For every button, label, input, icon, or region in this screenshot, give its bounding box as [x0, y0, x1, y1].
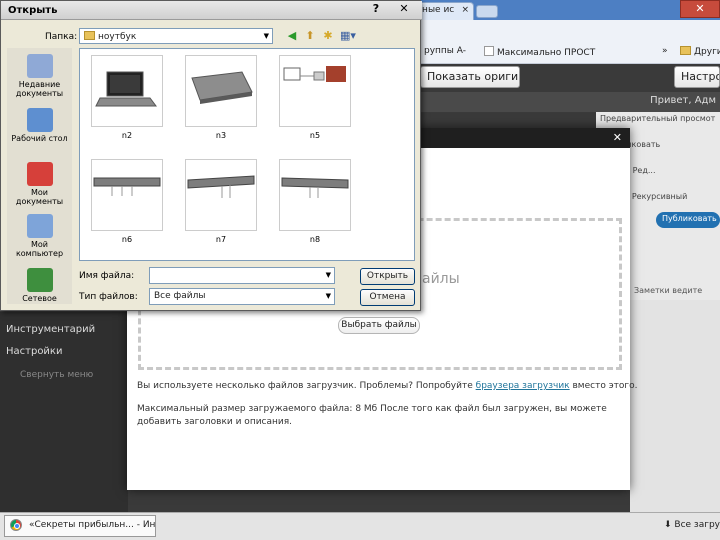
filename-input[interactable]: ▼	[149, 267, 335, 284]
up-folder-icon[interactable]: ⬆	[303, 29, 317, 43]
place-my-computer[interactable]: Мой компьютер	[7, 214, 72, 258]
bookmark-item[interactable]: руппы A-	[424, 46, 466, 56]
new-tab-button[interactable]	[476, 5, 498, 18]
menu-item-tools[interactable]: Инструментарий	[6, 324, 95, 335]
file-thumbnail	[279, 159, 351, 231]
view-menu-icon[interactable]: ▦▾	[339, 29, 357, 43]
file-item[interactable]: n7	[185, 159, 257, 249]
chrome-icon	[10, 519, 22, 531]
laptop-accessories-icon	[283, 66, 346, 82]
file-item[interactable]: n2	[91, 55, 163, 145]
file-thumbnail	[185, 159, 257, 231]
downloads-link[interactable]: ⬇ Все загрузки	[664, 520, 720, 530]
file-thumbnail	[91, 159, 163, 231]
open-file-dialog: Открыть ? ✕ Папка: ноутбук ▼ ◀ ⬆ ✱ ▦▾ Не…	[0, 0, 422, 311]
bookmark-label: Други	[694, 47, 720, 57]
file-item[interactable]: n8	[279, 159, 351, 249]
bookmark-label: Максимально ПРОСТ	[497, 48, 596, 58]
file-item[interactable]: n6	[91, 159, 163, 249]
file-item[interactable]: n5	[279, 55, 351, 145]
folder-combo[interactable]: ноутбук ▼	[79, 28, 273, 44]
close-icon[interactable]: ✕	[613, 131, 622, 144]
folder-icon	[84, 31, 95, 40]
filename-label: Имя файла:	[79, 271, 135, 281]
chevron-down-icon: ▼	[325, 292, 331, 300]
folder-icon	[680, 46, 691, 55]
file-thumbnail	[185, 55, 257, 127]
bookmark-folder[interactable]: Други	[680, 46, 720, 57]
menu-item-collapse[interactable]: Свернуть меню	[20, 370, 93, 380]
chevron-down-icon: ▼	[263, 32, 269, 40]
open-button[interactable]: Открыть	[360, 268, 415, 285]
file-list: n2 n3 n5 n6 n7 n8	[79, 48, 415, 261]
taskbar-item[interactable]: «Секреты прибыльн... - Ин	[4, 515, 156, 537]
admin-left-menu: Инструментарий Настройки Свернуть меню	[0, 312, 128, 512]
laptop-side-icon	[281, 177, 349, 198]
filetype-label: Тип файлов:	[79, 292, 138, 302]
screen: обные ис × ✕ руппы A- Максимально ПРОСТ …	[0, 0, 720, 540]
publish-button[interactable]: Публиковать	[656, 212, 720, 228]
help-icon[interactable]: ?	[365, 1, 387, 19]
laptop-side-icon	[187, 175, 255, 198]
file-thumbnail	[279, 55, 351, 127]
tab-close-icon[interactable]: ×	[461, 5, 469, 15]
download-icon: ⬇	[664, 520, 675, 530]
file-name: n5	[309, 131, 321, 140]
window-close-button[interactable]: ✕	[680, 0, 720, 18]
places-bar: Недавние документы Рабочий стол Мои доку…	[7, 48, 72, 304]
max-size-info: Максимальный размер загружаемого файла: …	[137, 404, 607, 427]
close-icon[interactable]: ✕	[393, 1, 415, 19]
dialog-titlebar: Открыть ? ✕	[1, 1, 422, 20]
select-files-button[interactable]: Выбрать файлы	[338, 317, 420, 334]
place-desktop[interactable]: Рабочий стол	[7, 108, 72, 143]
my-computer-icon	[26, 214, 53, 238]
file-name: n6	[121, 235, 133, 244]
dialog-title: Открыть	[8, 5, 58, 16]
bookmark-label: руппы A-	[424, 46, 466, 56]
menu-item-settings[interactable]: Настройки	[6, 346, 62, 357]
back-icon[interactable]: ◀	[285, 29, 299, 43]
file-name: n8	[309, 235, 321, 244]
desktop-icon	[26, 108, 53, 132]
new-folder-icon[interactable]: ✱	[321, 29, 335, 43]
laptop-side-icon	[93, 177, 161, 196]
place-recent[interactable]: Недавние документы	[7, 54, 72, 98]
file-name: n2	[121, 131, 133, 140]
browser-uploader-link[interactable]: браузера загрузчик	[476, 381, 570, 391]
laptop-open-icon	[95, 71, 157, 107]
drop-zone-text: айлы	[422, 271, 460, 287]
folder-value: ноутбук	[98, 32, 137, 42]
folder-label: Папка:	[45, 32, 78, 42]
cancel-button[interactable]: Отмена	[360, 289, 415, 306]
filetype-select[interactable]: Все файлы ▼	[149, 288, 335, 305]
background-text: Заметки ведите	[634, 286, 703, 295]
show-original-button[interactable]: Показать оригинал	[420, 66, 520, 88]
file-item[interactable]: n3	[185, 55, 257, 145]
admin-howdy[interactable]: Привет, Адм	[650, 95, 716, 106]
chevron-down-icon: ▼	[325, 271, 331, 279]
page-icon	[484, 46, 494, 56]
network-icon	[26, 268, 53, 292]
file-name: n3	[215, 131, 227, 140]
background-panel: Заметки ведите	[630, 286, 720, 512]
bookmark-item[interactable]: Максимально ПРОСТ	[484, 46, 595, 58]
uploader-info: Вы используете несколько файлов загрузчи…	[137, 381, 638, 391]
laptop-closed-icon	[191, 71, 253, 104]
bookmarks-overflow[interactable]: »	[662, 46, 668, 56]
place-network[interactable]: Сетевое	[7, 268, 72, 303]
recent-documents-icon	[26, 54, 53, 78]
settings-button[interactable]: Настрой	[674, 66, 720, 88]
place-my-documents[interactable]: Мои документы	[7, 162, 72, 206]
file-name: n7	[215, 235, 227, 244]
file-thumbnail	[91, 55, 163, 127]
my-documents-icon	[26, 162, 53, 186]
